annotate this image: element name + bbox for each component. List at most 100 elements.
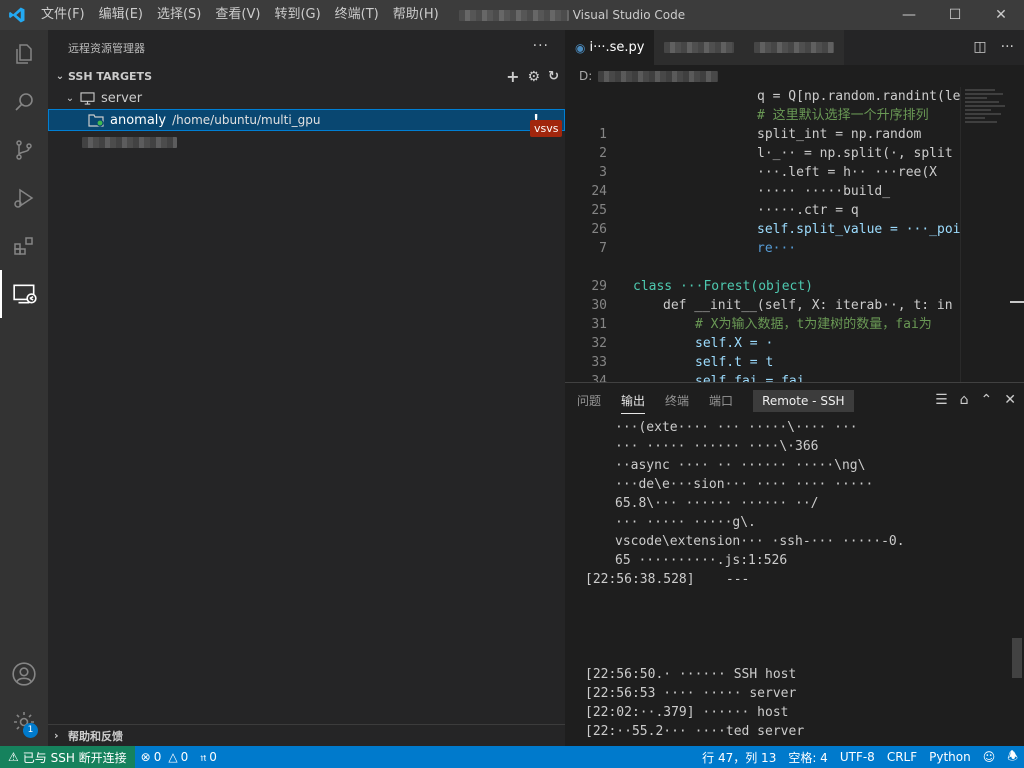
menu-view[interactable]: 查看(V) [208, 0, 267, 30]
notifications-bell-icon[interactable]: 🕭 [1001, 747, 1024, 768]
breadcrumb: D: [565, 65, 1024, 87]
more-actions-icon[interactable]: ··· [533, 38, 549, 54]
warning-icon: △ [168, 750, 178, 764]
code-line: 34 self.fai = fai [591, 374, 805, 382]
output-line: 65.8\··· ······ ······ ··/ [615, 496, 819, 511]
output-line: vscode\extension··· ·ssh-··· ·····-0. [615, 534, 905, 549]
code-line: 25 ·····.ctr = q [591, 203, 859, 218]
ports-status[interactable]: 𝔫 0 [194, 750, 223, 765]
ports-count: 0 [209, 750, 217, 764]
menu-file[interactable]: 文件(F) [34, 0, 92, 30]
output-channel-select[interactable]: Remote - SSH [753, 389, 854, 412]
output-line: [22:56:38.528] --- [585, 572, 750, 587]
server-label: server [101, 90, 143, 106]
tab-label: i···.se.py [589, 40, 645, 55]
remote-status[interactable]: ⚠ 已与 SSH 断开连接 [0, 746, 135, 768]
tab-output[interactable]: 输出 [621, 392, 646, 414]
more-actions-icon[interactable]: ··· [1001, 39, 1014, 55]
chevron-down-icon: ⌄ [65, 92, 75, 104]
minimize-icon[interactable]: — [886, 0, 932, 30]
menu-edit[interactable]: 编辑(E) [92, 0, 150, 30]
sidebar-header: 远程资源管理器 ··· [48, 30, 565, 65]
editor-scrollbar[interactable] [1010, 87, 1024, 382]
section-actions: + ⚙ ↻ [506, 67, 559, 86]
chevron-down-icon: ⌄ [55, 70, 65, 82]
tab-ports[interactable]: 端口 [709, 392, 733, 409]
account-icon[interactable] [0, 650, 48, 698]
clear-output-icon[interactable]: ☰ [935, 392, 948, 408]
error-count: 0 [153, 750, 162, 764]
close-panel-icon[interactable]: ✕ [1004, 392, 1016, 408]
output-line: [22:56:53 ···· ····· server [585, 686, 797, 701]
code-line: 3 ···.left = h·· ···ree(X [599, 165, 938, 180]
menu-terminal[interactable]: 终端(T) [328, 0, 386, 30]
bottom-panel: 问题 输出 终端 端口 Remote - SSH ☰ ⌂ ⌃ ✕ ···(ext… [565, 382, 1024, 746]
panel-scrollbar[interactable] [1010, 418, 1024, 746]
language-mode[interactable]: Python [923, 750, 977, 764]
editor-tab[interactable]: ◉ i···.se.py [565, 30, 655, 65]
feedback-icon[interactable]: ☺ [977, 750, 1002, 764]
output-line: ··· ····· ·····g\. [615, 515, 756, 530]
refresh-icon[interactable]: ↻ [548, 69, 559, 84]
editor-tab-3[interactable] [744, 30, 845, 65]
warning-icon: ⚠ [8, 750, 19, 764]
output-line: [22:56:50.· ······ SSH host [585, 667, 797, 682]
connection-path: /home/ubuntu/multi_gpu [172, 113, 321, 127]
warning-count: 0 [180, 750, 189, 764]
help-feedback-section[interactable]: › 帮助和反馈 [48, 724, 565, 746]
tab-problems[interactable]: 问题 [577, 392, 601, 409]
panel-actions: ☰ ⌂ ⌃ ✕ [935, 392, 1016, 408]
output-log[interactable]: ···(exte···· ··· ·····\···· ··· ··· ····… [565, 418, 1024, 741]
code-line: 24 ····· ·····build_ [591, 184, 891, 199]
code-view[interactable]: q = Q[np.random.randint(len # 这里默认选择一个升序… [565, 87, 1024, 382]
chevron-up-icon[interactable]: ⌃ [981, 392, 993, 408]
add-target-icon[interactable]: + [506, 67, 519, 86]
settings-gear-icon[interactable]: ⚙ [528, 69, 541, 85]
menu-go[interactable]: 转到(G) [267, 0, 327, 30]
status-right: 行 47，列 13 空格: 4 UTF-8 CRLF Python ☺ 🕭 [696, 746, 1024, 768]
extensions-icon[interactable] [0, 222, 48, 270]
code-line: 26 self.split_value = ···_poi [591, 222, 961, 237]
code-line: 32 self.X = · [591, 336, 774, 351]
cursor-position[interactable]: 行 47，列 13 [696, 749, 782, 766]
close-icon[interactable]: ✕ [978, 0, 1024, 30]
problems-status[interactable]: ⊗ 0 △ 0 [135, 750, 195, 764]
minimap[interactable] [960, 87, 1010, 382]
tab-terminal[interactable]: 终端 [665, 392, 689, 409]
code-line: 31 # X为输入数据，t为建树的数量，fai为 [591, 317, 932, 332]
maximize-icon[interactable]: ☐ [932, 0, 978, 30]
remote-explorer-icon[interactable] [0, 270, 48, 318]
ssh-targets-section[interactable]: ⌄ SSH TARGETS + ⚙ ↻ [48, 65, 565, 87]
menu-selection[interactable]: 选择(S) [150, 0, 208, 30]
sidebar-title: 远程资源管理器 [68, 41, 145, 55]
lock-scroll-icon[interactable]: ⌂ [960, 392, 969, 408]
search-icon[interactable] [0, 78, 48, 126]
run-debug-icon[interactable] [0, 174, 48, 222]
code-line: 33 self.t = t [591, 355, 774, 370]
line-ending[interactable]: CRLF [881, 750, 923, 764]
editor-tab-2[interactable] [654, 30, 745, 65]
connection-row[interactable]: anomaly /home/ubuntu/multi_gpu ! [48, 109, 565, 131]
server-row[interactable]: ⌄ server [48, 87, 565, 109]
editor-actions: ◫ ··· [973, 39, 1014, 55]
split-editor-icon[interactable]: ◫ [973, 39, 986, 55]
code-line: 1 split_int = np.random [599, 127, 922, 142]
menu-help[interactable]: 帮助(H) [386, 0, 446, 30]
manage-gear-icon[interactable]: 1 [0, 698, 48, 746]
output-line: 65 ··········.js:1:526 [615, 553, 788, 568]
output-line: ···de\e···sion··· ···· ···· ····· [615, 477, 874, 492]
connection-name: anomaly [110, 112, 167, 128]
explorer-icon[interactable] [0, 30, 48, 78]
panel-tabs: 问题 输出 终端 端口 Remote - SSH ☰ ⌂ ⌃ ✕ [565, 383, 1024, 418]
output-line: [22:··55.2··· ····ted server [585, 724, 805, 739]
code-line: # 这里默认选择一个升序排列 [757, 108, 929, 123]
editor-area: ◉ i···.se.py ◫ ··· D: q = Q[np.random.ra… [565, 30, 1024, 382]
source-control-icon[interactable] [0, 126, 48, 174]
vscode-logo-icon [0, 0, 34, 30]
code-line: q = Q[np.random.randint(len [757, 89, 969, 104]
indentation[interactable]: 空格: 4 [782, 749, 834, 766]
encoding[interactable]: UTF-8 [834, 750, 881, 764]
output-line: ··· ····· ······ ····\·366 [615, 439, 819, 454]
